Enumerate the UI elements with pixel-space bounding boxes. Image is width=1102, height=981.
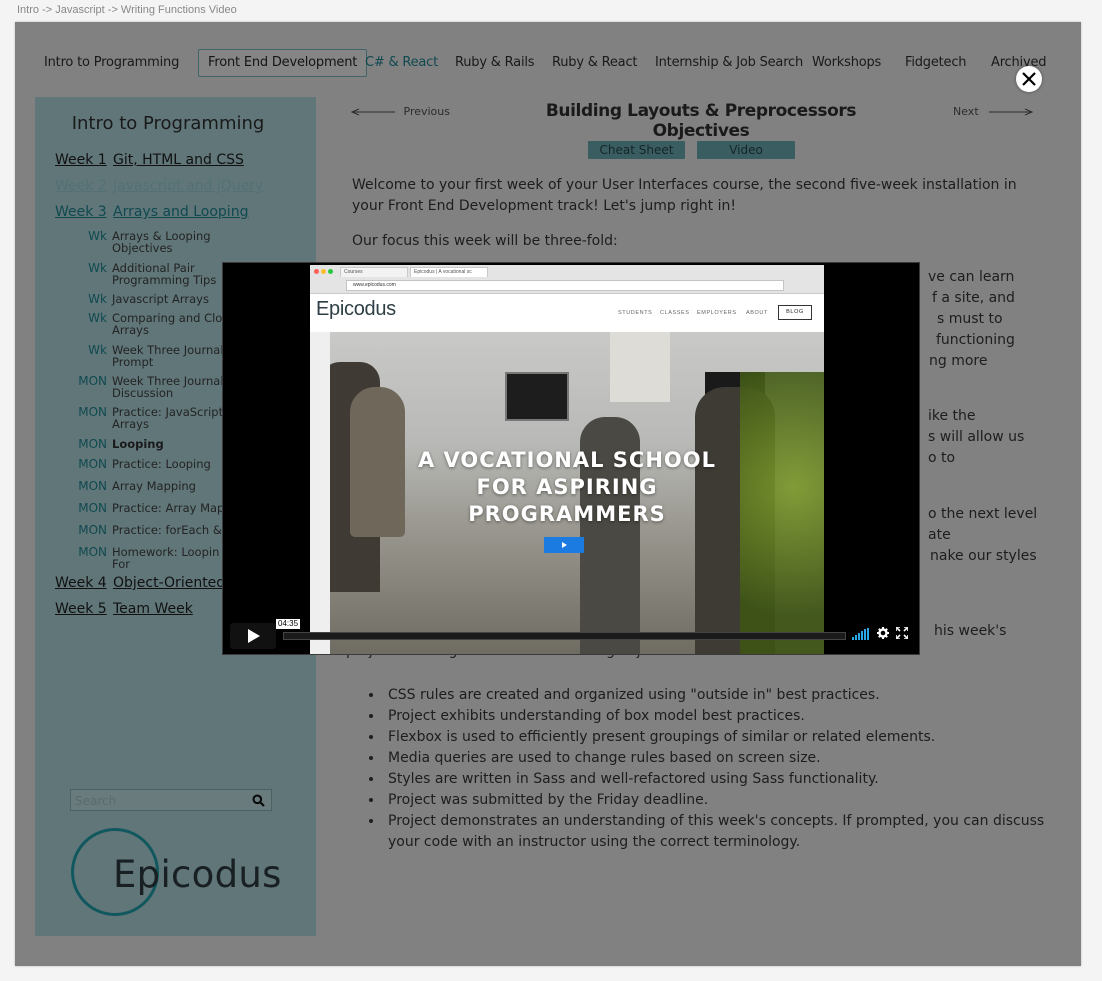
site-nav-item: CLASSES — [660, 310, 690, 316]
hero-line: FOR ASPIRING — [476, 475, 658, 499]
close-modal-button[interactable] — [1016, 66, 1042, 92]
video-duration: 04:35 — [276, 619, 301, 629]
volume-icon[interactable] — [852, 628, 869, 640]
page-frame: Intro to Programming Front End Developme… — [15, 22, 1081, 966]
fullscreen-icon[interactable] — [896, 627, 908, 639]
hero-headline: A VOCATIONAL SCHOOL FOR ASPIRING PROGRAM… — [310, 447, 824, 528]
site-nav-item: ABOUT — [746, 310, 768, 316]
video-hero-image: A VOCATIONAL SCHOOL FOR ASPIRING PROGRAM… — [310, 332, 824, 654]
site-header: Epicodus STUDENTS CLASSES EMPLOYERS ABOU… — [310, 294, 824, 332]
site-nav-item: STUDENTS — [618, 310, 653, 316]
site-nav-item: EMPLOYERS — [697, 310, 737, 316]
hero-window — [610, 332, 670, 402]
settings-gear-icon[interactable] — [877, 627, 889, 639]
hero-monitor-icon — [505, 372, 569, 421]
close-icon — [1022, 72, 1036, 86]
video-player[interactable]: Courses Epicodus | A vocational sc www.e… — [222, 262, 920, 655]
site-logo: Epicodus — [316, 298, 396, 320]
window-minimize-dot — [321, 269, 326, 274]
window-maximize-dot — [328, 269, 333, 274]
browser-tab: Courses — [340, 267, 408, 277]
hero-line: A VOCATIONAL SCHOOL — [417, 448, 717, 472]
video-controls: 04:35 — [223, 619, 919, 654]
site-blog-button: BLOG — [778, 305, 812, 320]
play-button[interactable] — [230, 623, 276, 649]
browser-url-bar: www.epicodus.com — [346, 280, 784, 291]
hero-play-icon — [544, 537, 584, 553]
browser-chrome: Courses Epicodus | A vocational sc www.e… — [310, 265, 824, 294]
browser-tab: Epicodus | A vocational sc — [410, 267, 488, 277]
play-icon — [248, 629, 260, 643]
hero-line: PROGRAMMERS — [468, 502, 666, 526]
video-frame-browser: Courses Epicodus | A vocational sc www.e… — [310, 265, 824, 654]
breadcrumb: Intro -> Javascript -> Writing Functions… — [17, 4, 237, 16]
video-progress-bar[interactable] — [283, 632, 846, 640]
window-close-dot — [314, 269, 319, 274]
